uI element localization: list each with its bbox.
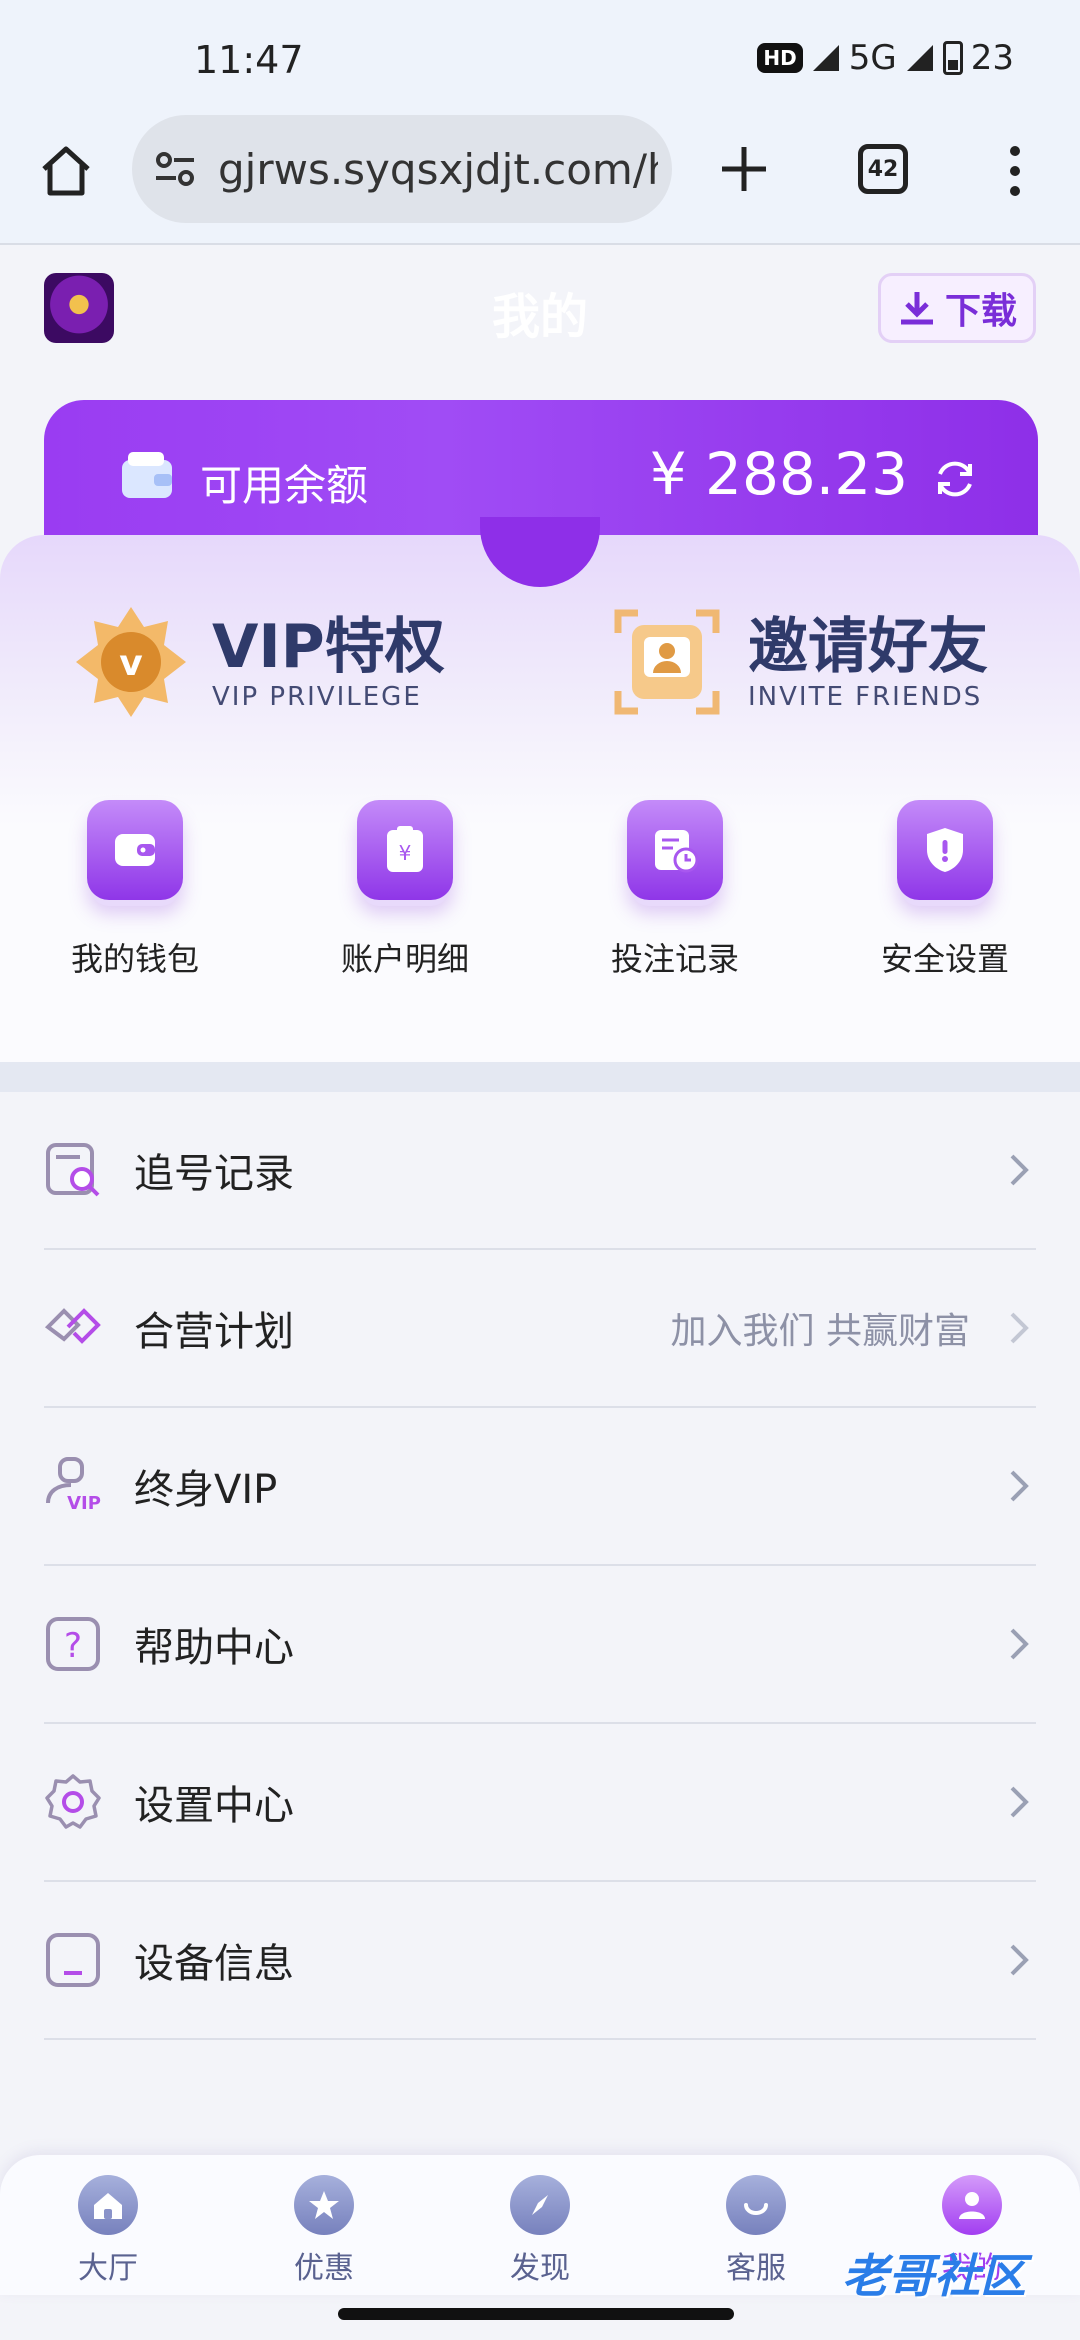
partner-plan-hint: 加入我们 共赢财富: [670, 1311, 970, 1352]
battery-level: 23: [970, 38, 1014, 78]
address-bar[interactable]: gjrws.syqsxjdjt.com/h: [132, 115, 672, 223]
menu-label-settings-center: 设置中心: [134, 1783, 294, 1829]
url-text[interactable]: gjrws.syqsxjdjt.com/h: [218, 145, 658, 194]
wallet-icon: [122, 452, 172, 498]
nav-discover[interactable]: 发现: [432, 2155, 648, 2295]
status-icons: HD 5G 23: [757, 36, 1014, 80]
svg-text:v: v: [119, 643, 142, 684]
download-icon: [900, 292, 933, 325]
invite-subtitle: INVITE FRIENDS: [748, 682, 983, 712]
tab-switcher-button[interactable]: 42: [858, 144, 908, 194]
help-icon: ?: [46, 1617, 100, 1671]
quick-account-details[interactable]: ¥ 账户明细: [270, 800, 540, 1000]
balance-amount: ¥ 288.23: [649, 440, 908, 508]
menu-label-lifetime-vip: 终身VIP: [134, 1467, 278, 1513]
menu-label-partner-plan: 合营计划: [134, 1309, 294, 1355]
quick-bet-records-label: 投注记录: [610, 940, 739, 978]
menu-label-help-center: 帮助中心: [134, 1625, 294, 1671]
vip-subtitle: VIP PRIVILEGE: [212, 682, 422, 712]
feature-panel: v VIP特权 VIP PRIVILEGE 邀请好友 INVITE FRIEND…: [0, 517, 1080, 1065]
nav-lobby[interactable]: 大厅: [0, 2155, 216, 2295]
svg-text:VIP: VIP: [67, 1493, 101, 1514]
quick-wallet-label: 我的钱包: [70, 940, 199, 978]
new-tab-icon[interactable]: [716, 141, 772, 197]
device-icon: [46, 1933, 100, 1987]
refresh-icon[interactable]: [932, 456, 978, 502]
svg-text:¥: ¥: [399, 841, 412, 865]
invite-card-icon: [614, 609, 720, 715]
chevron-right-icon: [1010, 1944, 1029, 1976]
hd-badge: HD: [757, 43, 803, 73]
quick-bet-records[interactable]: 投注记录: [540, 800, 810, 1000]
search-record-icon: [46, 1143, 100, 1197]
browser-toolbar: gjrws.syqsxjdjt.com/h 42: [0, 115, 1080, 245]
status-time: 11:47: [194, 38, 304, 82]
quick-account-details-label: 账户明细: [340, 940, 469, 978]
network-label: 5G: [848, 38, 897, 78]
chevron-right-icon: [1010, 1470, 1029, 1502]
home-indicator[interactable]: [338, 2308, 734, 2320]
nav-customer-service[interactable]: 客服: [648, 2155, 864, 2295]
menu-item-device-info[interactable]: 设备信息: [44, 1882, 1036, 2040]
menu-item-partner-plan[interactable]: 合营计划 加入我们 共赢财富: [44, 1250, 1036, 1408]
vip-user-icon: VIP: [46, 1457, 101, 1514]
wallet-icon: [87, 800, 183, 900]
svg-text:?: ?: [64, 1626, 82, 1666]
battery-icon: [942, 41, 963, 75]
compass-icon: [510, 2175, 570, 2235]
vip-title: VIP特权: [212, 612, 445, 682]
menu-item-settings-center[interactable]: 设置中心: [44, 1724, 1036, 1882]
menu-item-chase-records[interactable]: 追号记录: [44, 1092, 1036, 1250]
browser-home-icon[interactable]: [36, 141, 96, 201]
chevron-right-icon: [1010, 1786, 1029, 1818]
user-icon: [942, 2175, 1002, 2235]
nav-label-lobby: 大厅: [78, 2251, 138, 2286]
quick-security-settings-label: 安全设置: [880, 940, 1009, 978]
vip-badge-icon: v: [76, 607, 186, 717]
shield-icon: [897, 800, 993, 900]
chevron-right-icon: [1010, 1154, 1029, 1186]
menu-item-help-center[interactable]: ? 帮助中心: [44, 1566, 1036, 1724]
menu-label-chase-records: 追号记录: [134, 1151, 294, 1197]
vip-privilege-banner[interactable]: v VIP特权 VIP PRIVILEGE: [72, 597, 445, 727]
signal-icon: [812, 45, 839, 71]
chevron-right-icon: [1010, 1628, 1029, 1660]
nav-label-discover: 发现: [510, 2251, 570, 2286]
record-icon: [627, 800, 723, 900]
nav-label-customer-service: 客服: [726, 2251, 786, 2286]
balance-label: 可用余额: [200, 461, 369, 510]
menu-label-device-info: 设备信息: [134, 1941, 294, 1987]
home-icon: [78, 2175, 138, 2235]
gear-icon: [45, 1774, 101, 1829]
site-settings-icon[interactable]: [152, 146, 198, 192]
star-icon: [294, 2175, 354, 2235]
download-button[interactable]: 下载: [878, 273, 1036, 343]
chevron-right-icon: [1010, 1312, 1029, 1344]
chat-icon: [726, 2175, 786, 2235]
invite-friends-banner[interactable]: 邀请好友 INVITE FRIENDS: [608, 597, 988, 727]
app-header: 我的 下载: [0, 247, 1080, 367]
more-menu-icon[interactable]: [1000, 141, 1030, 201]
download-label: 下载: [944, 291, 1017, 332]
section-divider: [0, 1062, 1080, 1092]
invite-title: 邀请好友: [748, 612, 988, 682]
card-notch: [480, 517, 600, 587]
quick-actions: 我的钱包 ¥ 账户明细 投注记录 安全设置: [0, 800, 1080, 1000]
status-bar: 11:47 HD 5G 23: [0, 0, 1080, 115]
watermark-logo: 老哥社区: [842, 2249, 1026, 2303]
signal-icon-2: [906, 45, 933, 71]
nav-promotions[interactable]: 优惠: [216, 2155, 432, 2295]
nav-label-promotions: 优惠: [294, 2251, 354, 2286]
handshake-icon: [44, 1308, 101, 1344]
menu-item-lifetime-vip[interactable]: VIP 终身VIP: [44, 1408, 1036, 1566]
receipt-icon: ¥: [357, 800, 453, 900]
quick-security-settings[interactable]: 安全设置: [810, 800, 1080, 1000]
quick-wallet[interactable]: 我的钱包: [0, 800, 270, 1000]
menu-list: 追号记录 合营计划 加入我们 共赢财富 VIP 终身VIP ? 帮助中心 设置中…: [0, 1092, 1080, 2040]
